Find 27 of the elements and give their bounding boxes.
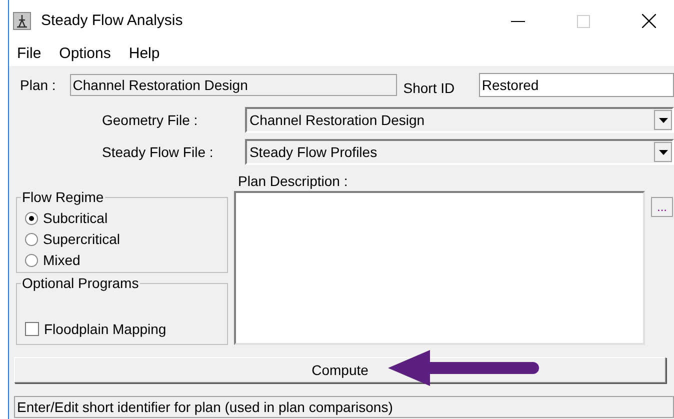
dropdown[interactable]: Channel Restoration Design — [245, 107, 674, 133]
short-id-field[interactable]: Restored — [478, 73, 674, 97]
menu-item[interactable]: Options — [59, 42, 111, 66]
app-icon — [13, 12, 31, 30]
dropdown-value: Channel Restoration Design — [248, 110, 426, 130]
plan-label: Plan : — [19, 76, 57, 94]
menu-item[interactable]: File — [17, 42, 42, 66]
status-bar: Enter/Edit short identifier for plan (used in plan comparisons) — [14, 396, 674, 418]
plan-field: Channel Restoration Design — [70, 74, 398, 96]
window-title: Steady Flow Analysis — [41, 10, 183, 31]
radio-option[interactable]: Subcritical — [25, 208, 227, 229]
short-id-label: Short ID — [403, 78, 456, 98]
group-title: Flow Regime — [21, 189, 105, 205]
group-title: Optional Programs — [21, 274, 140, 291]
radio-option[interactable]: Supercritical — [25, 229, 227, 250]
dropdown-value: Steady Flow Profiles — [248, 142, 378, 162]
minimize-icon[interactable] — [511, 20, 525, 22]
plan-description-field[interactable] — [234, 191, 645, 345]
close-icon[interactable] — [642, 14, 656, 28]
radio-option[interactable]: Mixed — [25, 250, 227, 271]
browse-button[interactable]: ... — [651, 197, 673, 217]
plan-description-label: Plan Description : — [238, 172, 349, 189]
checkbox-option[interactable]: Floodplain Mapping — [25, 318, 227, 340]
field-label: Steady Flow File : — [101, 142, 214, 162]
menu-item[interactable]: Help — [128, 42, 160, 66]
field-label: Geometry File : — [101, 110, 199, 130]
dropdown[interactable]: Steady Flow Profiles — [245, 139, 674, 165]
